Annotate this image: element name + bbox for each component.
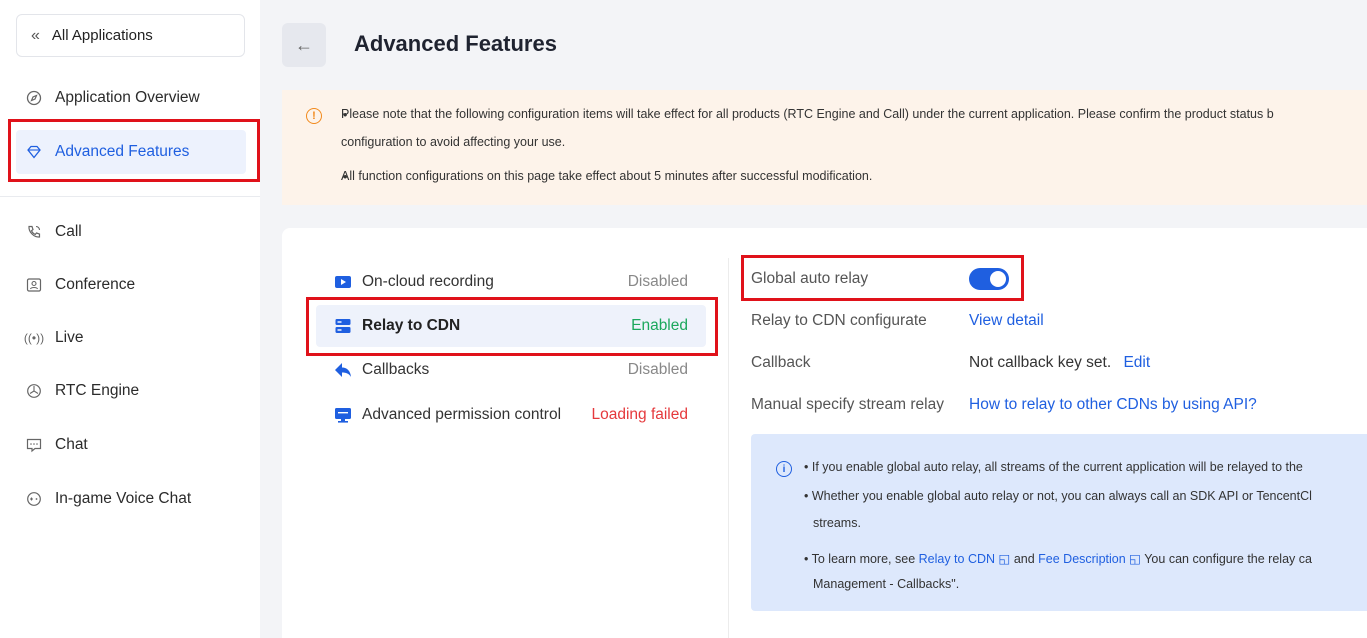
info-bullet-2b: streams.: [813, 516, 861, 530]
sidebar-item-label: Advanced Features: [55, 143, 190, 160]
info-bullet-3b: Management - Callbacks".: [813, 577, 960, 591]
all-applications-button[interactable]: « All Applications: [16, 14, 245, 57]
feature-label: Callbacks: [362, 361, 430, 378]
phone-icon: [26, 224, 42, 240]
sidebar-item-label: Application Overview: [55, 89, 200, 106]
gamepad-icon: [26, 491, 42, 507]
sidebar-item-live[interactable]: ((•)) Live: [16, 316, 246, 360]
feature-status: Disabled: [627, 273, 688, 290]
callback-value: Not callback key set. Edit: [969, 354, 1150, 372]
relay-to-cdn-doc-link[interactable]: Relay to CDN: [919, 552, 995, 566]
sidebar-item-in-game-voice-chat[interactable]: In-game Voice Chat: [16, 477, 246, 521]
info-text: To learn more, see: [811, 552, 919, 566]
double-chevron-left-icon: «: [31, 26, 40, 44]
api-relay-guide-link[interactable]: How to relay to other CDNs by using API?: [969, 396, 1257, 414]
info-bullet-3: • To learn more, see Relay to CDN ◱ and …: [804, 552, 1312, 566]
column-divider: [728, 258, 729, 638]
arrow-left-icon: ←: [295, 34, 313, 55]
external-link-icon: ◱: [995, 552, 1011, 566]
sidebar-item-label: RTC Engine: [55, 382, 140, 399]
sidebar-item-label: Live: [55, 329, 84, 346]
video-recording-icon: [334, 273, 352, 291]
global-auto-relay-toggle[interactable]: [969, 268, 1009, 290]
engine-icon: [26, 383, 42, 399]
sidebar-divider: [0, 196, 260, 197]
warning-icon: !: [306, 108, 322, 124]
relay-configurate-label: Relay to CDN configurate: [751, 312, 927, 329]
callback-status-text: Not callback key set.: [969, 354, 1112, 371]
view-detail-link[interactable]: View detail: [969, 312, 1044, 330]
all-applications-label: All Applications: [51, 27, 153, 44]
info-text: If you enable global auto relay, all str…: [811, 460, 1303, 474]
back-button[interactable]: ←: [282, 23, 326, 67]
sidebar-item-label: Conference: [55, 276, 136, 293]
notice-banner: ! • Please note that the following confi…: [282, 90, 1367, 205]
feature-advanced-permission-control[interactable]: Advanced permission control Loading fail…: [316, 394, 706, 436]
callback-label: Callback: [751, 354, 811, 371]
global-auto-relay-label: Global auto relay: [751, 270, 869, 287]
toggle-knob: [990, 271, 1006, 287]
notice-line-1: Please note that the following configura…: [341, 107, 1274, 121]
page-title: Advanced Features: [354, 31, 557, 56]
chat-icon: [26, 437, 42, 453]
info-bullet-1: • If you enable global auto relay, all s…: [804, 460, 1303, 474]
edit-callback-link[interactable]: Edit: [1123, 354, 1150, 371]
sidebar-item-application-overview[interactable]: Application Overview: [16, 76, 246, 120]
feature-status: Enabled: [631, 317, 688, 334]
server-icon: [334, 317, 352, 335]
sidebar-item-call[interactable]: Call: [16, 210, 246, 254]
sidebar-item-advanced-features[interactable]: Advanced Features: [16, 130, 246, 174]
notice-line-1b: configuration to avoid affecting your us…: [341, 135, 566, 149]
feature-relay-to-cdn[interactable]: Relay to CDN Enabled: [316, 305, 706, 347]
feature-on-cloud-recording[interactable]: On-cloud recording Disabled: [316, 261, 706, 303]
sidebar-item-chat[interactable]: Chat: [16, 423, 246, 467]
broadcast-icon: ((•)): [23, 331, 45, 345]
sidebar-item-label: Chat: [55, 436, 88, 453]
feature-label: On-cloud recording: [362, 273, 494, 290]
monitor-icon: [334, 406, 352, 424]
reply-arrow-icon: [334, 361, 352, 379]
info-bullet-2: • Whether you enable global auto relay o…: [804, 489, 1312, 503]
feature-label: Relay to CDN: [362, 317, 461, 334]
external-link-icon: ◱: [1125, 552, 1141, 566]
info-text: Whether you enable global auto relay or …: [811, 489, 1312, 503]
manual-stream-relay-label: Manual specify stream relay: [751, 396, 944, 413]
info-text: and: [1010, 552, 1039, 566]
info-text: You can configure the relay ca: [1141, 552, 1312, 566]
feature-status: Loading failed: [591, 406, 688, 423]
notice-line-2: All function configurations on this page…: [341, 169, 873, 183]
diamond-icon: [26, 144, 42, 160]
feature-label: Advanced permission control: [362, 406, 562, 423]
sidebar: « All Applications Application Overview …: [0, 0, 260, 638]
feature-callbacks[interactable]: Callbacks Disabled: [316, 349, 706, 391]
info-icon: i: [776, 461, 792, 477]
conference-icon: [26, 277, 42, 293]
sidebar-item-label: Call: [55, 223, 82, 240]
fee-description-link[interactable]: Fee Description: [1038, 552, 1126, 566]
compass-icon: [26, 90, 42, 106]
feature-status: Disabled: [627, 361, 688, 378]
sidebar-item-conference[interactable]: Conference: [16, 263, 246, 307]
sidebar-item-label: In-game Voice Chat: [55, 490, 192, 507]
info-box: i • If you enable global auto relay, all…: [751, 434, 1367, 611]
sidebar-item-rtc-engine[interactable]: RTC Engine: [16, 369, 246, 413]
